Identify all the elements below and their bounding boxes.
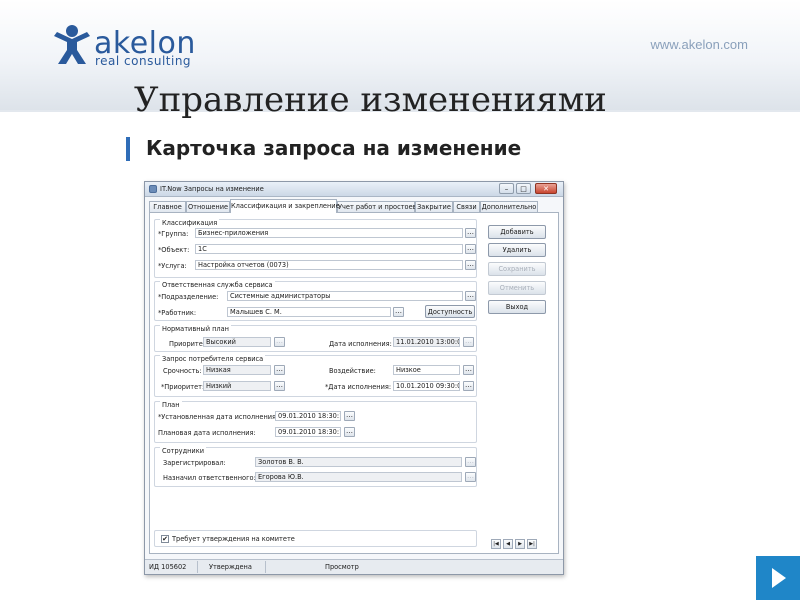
- minimize-button[interactable]: –: [499, 183, 514, 194]
- group-lookup-button[interactable]: …: [465, 228, 476, 238]
- group-field[interactable]: Бизнес-приложения: [195, 228, 463, 238]
- exit-button[interactable]: Выход: [488, 300, 546, 314]
- play-arrow-icon: [772, 568, 786, 588]
- responsible-group: Ответственная служба сервиса *Подразделе…: [154, 281, 477, 321]
- department-lookup-button[interactable]: …: [465, 291, 476, 301]
- view-mode: Просмотр: [325, 563, 359, 571]
- committee-group: ✔ Требует утверждения на комитете: [154, 530, 477, 547]
- slide-subtitle: Карточка запроса на изменение: [146, 136, 522, 160]
- planned-due-label: Плановая дата исполнения:: [158, 429, 256, 437]
- app-window: IT.Now Запросы на изменение – □ ✕ Главно…: [144, 181, 564, 575]
- record-id: ИД 105602: [149, 563, 187, 571]
- registered-by-lookup-button[interactable]: …: [465, 457, 476, 467]
- impact-label: Воздействие:: [329, 367, 376, 375]
- object-lookup-button[interactable]: …: [465, 244, 476, 254]
- service-field[interactable]: Настройка отчетов (0073): [195, 260, 463, 270]
- normative-due-field: 11.01.2010 13:00:00: [393, 337, 460, 347]
- group-title: Сотрудники: [160, 447, 206, 455]
- maximize-button[interactable]: □: [516, 183, 531, 194]
- committee-checkbox[interactable]: ✔: [161, 535, 169, 543]
- normative-priority-lookup-button[interactable]: …: [274, 337, 285, 347]
- worker-label: *Работник:: [158, 309, 197, 317]
- slide-title: Управление изменениями: [134, 80, 607, 120]
- status-divider: [197, 561, 198, 573]
- delete-button[interactable]: Удалить: [488, 243, 546, 257]
- consumer-due-field[interactable]: 10.01.2010 09:30:00: [393, 381, 460, 391]
- object-label: *Объект:: [158, 246, 190, 254]
- previous-record-button[interactable]: ◀: [503, 539, 513, 549]
- consumer-priority-lookup-button[interactable]: …: [274, 381, 285, 391]
- next-record-button[interactable]: ▶: [515, 539, 525, 549]
- group-title: Классификация: [160, 219, 220, 227]
- subtitle-accent-bar: [126, 137, 130, 161]
- app-icon: [149, 185, 157, 193]
- assigned-by-label: Назначил ответственного:: [163, 474, 256, 482]
- status-bar: ИД 105602 Утверждена Просмотр: [145, 559, 563, 574]
- classification-group: Классификация *Группа: Бизнес-приложения…: [154, 219, 477, 278]
- plan-group: План *Установленная дата исполнения: 09.…: [154, 401, 477, 443]
- logo-subtext: real consulting: [95, 54, 192, 68]
- close-button[interactable]: ✕: [535, 183, 557, 194]
- registered-by-label: Зарегистрировал:: [163, 459, 226, 467]
- akelon-logo-icon: [54, 25, 90, 64]
- consumer-due-picker-button[interactable]: …: [463, 381, 474, 391]
- service-label: *Услуга:: [158, 262, 187, 270]
- object-field[interactable]: 1С: [195, 244, 463, 254]
- window-titlebar: IT.Now Запросы на изменение – □ ✕: [145, 182, 563, 197]
- department-field[interactable]: Системные администраторы: [227, 291, 463, 301]
- tab-closing[interactable]: Закрытие: [415, 201, 453, 212]
- set-due-field[interactable]: 09.01.2010 18:30:17: [275, 411, 341, 421]
- worker-field[interactable]: Малышев С. М.: [227, 307, 391, 317]
- urgency-field: Низкая: [203, 365, 271, 375]
- group-label: *Группа:: [158, 230, 189, 238]
- save-button[interactable]: Сохранить: [488, 262, 546, 276]
- consumer-priority-field: Низкий: [203, 381, 271, 391]
- cancel-button[interactable]: Отменить: [488, 281, 546, 295]
- first-record-button[interactable]: |◀: [491, 539, 501, 549]
- group-title: Ответственная служба сервиса: [160, 281, 275, 289]
- tab-additional[interactable]: Дополнительно: [480, 201, 538, 212]
- employees-group: Сотрудники Зарегистрировал: Золотов В. В…: [154, 447, 477, 487]
- tab-relations[interactable]: Отношение: [186, 201, 230, 212]
- service-lookup-button[interactable]: …: [465, 260, 476, 270]
- assigned-by-lookup-button[interactable]: …: [465, 472, 476, 482]
- consumer-priority-label: *Приоритет:: [161, 383, 205, 391]
- set-due-picker-button[interactable]: …: [344, 411, 355, 421]
- availability-button[interactable]: Доступность: [425, 305, 475, 318]
- department-label: *Подразделение:: [158, 293, 219, 301]
- next-slide-button[interactable]: [756, 556, 800, 600]
- status-divider: [265, 561, 266, 573]
- tab-work-accounting[interactable]: Учет работ и простоев: [337, 201, 417, 212]
- impact-field[interactable]: Низкое: [393, 365, 460, 375]
- urgency-label: Срочность:: [163, 367, 202, 375]
- normative-plan-group: Нормативный план Приоритет: Высокий … Да…: [154, 325, 477, 352]
- website-link[interactable]: www.akelon.com: [650, 37, 748, 52]
- tab-classification[interactable]: Классификация и закрепление: [230, 199, 340, 213]
- tab-links[interactable]: Связи: [453, 201, 480, 212]
- planned-due-picker-button[interactable]: …: [344, 427, 355, 437]
- normative-due-label: Дата исполнения:: [329, 340, 392, 348]
- normative-priority-field: Высокий: [203, 337, 271, 347]
- planned-due-field[interactable]: 09.01.2010 18:30:17: [275, 427, 341, 437]
- tab-main[interactable]: Главное: [149, 201, 186, 212]
- impact-lookup-button[interactable]: …: [463, 365, 474, 375]
- group-title: План: [160, 401, 182, 409]
- add-button[interactable]: Добавить: [488, 225, 546, 239]
- set-due-label: *Установленная дата исполнения:: [158, 413, 279, 421]
- worker-lookup-button[interactable]: …: [393, 307, 404, 317]
- group-title: Нормативный план: [160, 325, 231, 333]
- window-title: IT.Now Запросы на изменение: [160, 185, 264, 193]
- record-state: Утверждена: [209, 563, 252, 571]
- consumer-due-label: *Дата исполнения:: [325, 383, 392, 391]
- tab-panel: Классификация *Группа: Бизнес-приложения…: [149, 212, 559, 554]
- committee-checkbox-label: Требует утверждения на комитете: [172, 535, 295, 543]
- consumer-request-group: Запрос потребителя сервиса Срочность: Ни…: [154, 355, 477, 397]
- last-record-button[interactable]: ▶|: [527, 539, 537, 549]
- urgency-lookup-button[interactable]: …: [274, 365, 285, 375]
- registered-by-field: Золотов В. В.: [255, 457, 462, 467]
- normative-due-picker-button[interactable]: …: [463, 337, 474, 347]
- group-title: Запрос потребителя сервиса: [160, 355, 266, 363]
- assigned-by-field: Егорова Ю.В.: [255, 472, 462, 482]
